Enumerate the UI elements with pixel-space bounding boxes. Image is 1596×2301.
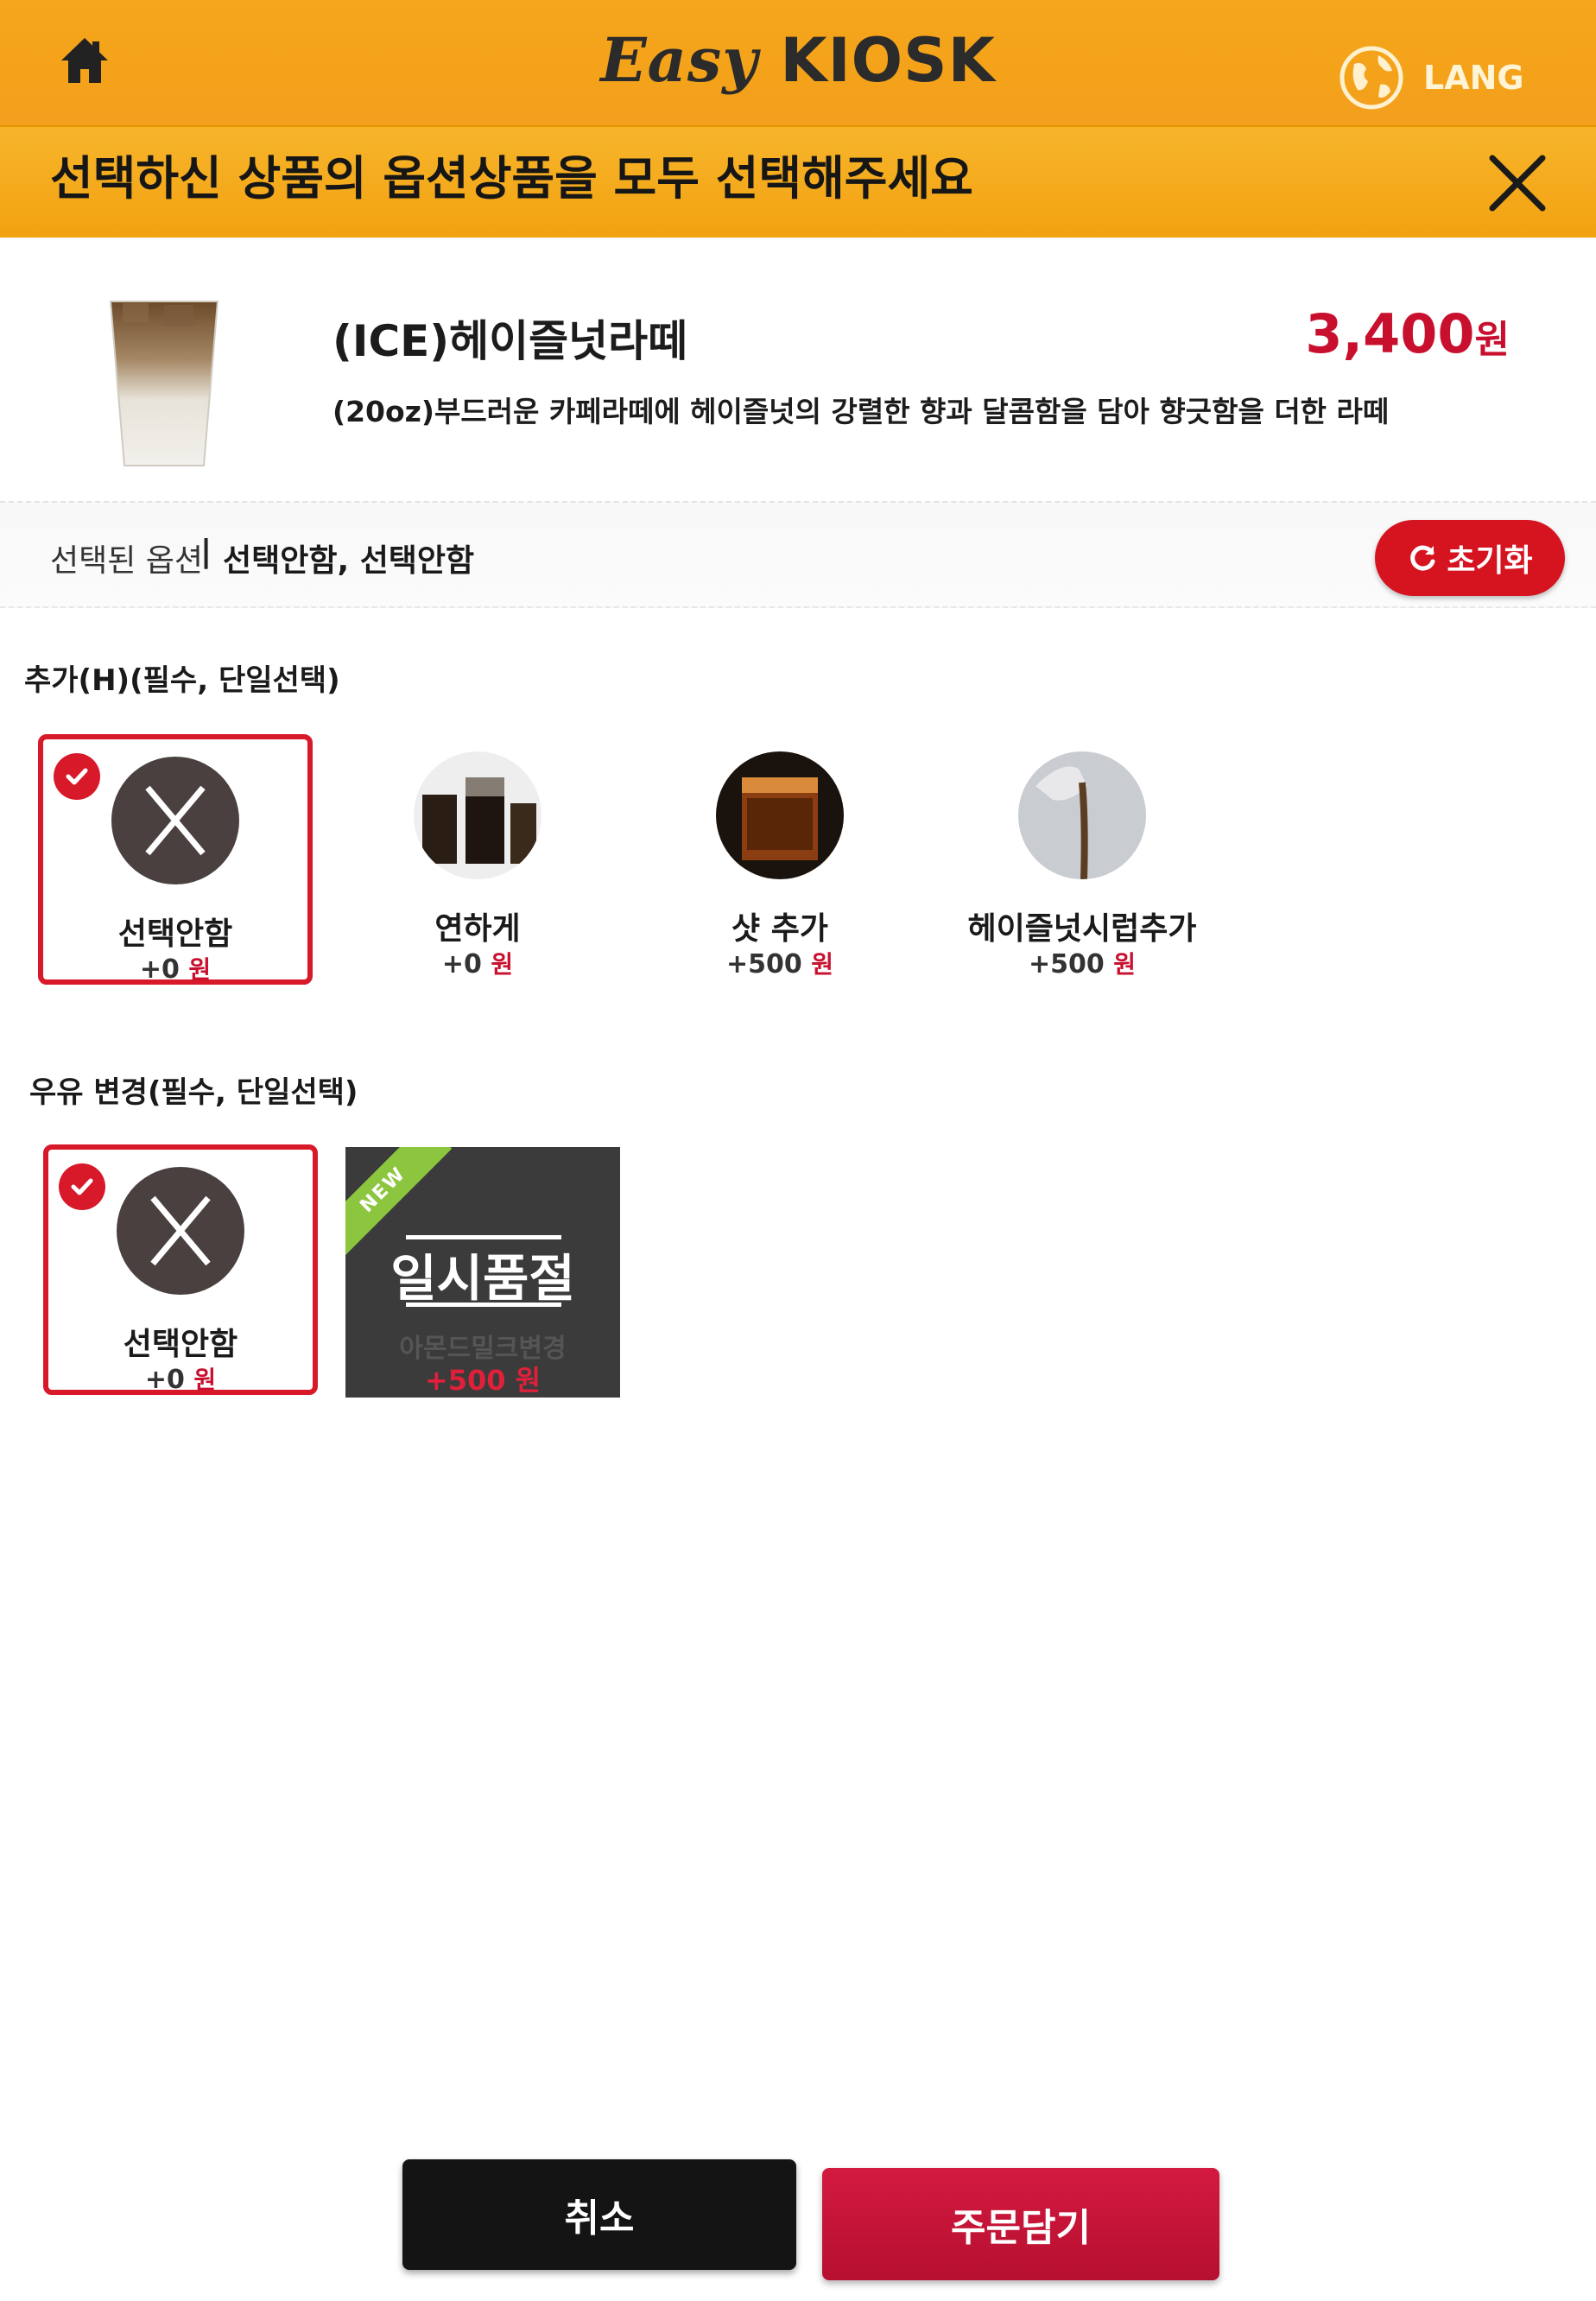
option-no-selection[interactable]: 선택안함 +0 원 [43, 1144, 318, 1395]
option-almond-milk-sold-out: NEW 일시품절 아몬드밀크변경 +500 원 [345, 1147, 620, 1398]
option-price: +0 원 [441, 949, 514, 979]
reset-button[interactable]: 초기화 [1375, 520, 1565, 596]
product-image [109, 301, 219, 466]
product-description: (20oz)부드러운 카페라떼에 헤이즐넛의 강렬한 향과 달콤함을 담아 향긋… [332, 395, 1390, 428]
option-label: 연하게 [434, 911, 521, 947]
option-label: 샷 추가 [732, 911, 828, 947]
selected-options-separator: | [200, 534, 212, 569]
product-info: (ICE)헤이즐넛라떼 3,400원 (20oz)부드러운 카페라떼에 헤이즐넛… [0, 238, 1596, 497]
reset-label: 초기화 [1447, 543, 1533, 579]
product-name: (ICE)헤이즐넛라떼 [332, 316, 688, 366]
option-no-selection[interactable]: 선택안함 +0 원 [38, 734, 313, 985]
option-price: +0 원 [139, 954, 212, 985]
option-milder[interactable]: 연하게 +0 원 [340, 734, 615, 985]
x-icon [150, 1195, 211, 1266]
option-price: +500 원 [726, 949, 833, 979]
close-button[interactable] [1479, 144, 1556, 222]
option-price: +0 원 [144, 1365, 217, 1395]
language-label: LANG [1423, 59, 1524, 97]
option-group-title: 추가(H)(필수, 단일선택) [24, 663, 340, 698]
selected-options-value: 선택안함, 선택안함 [223, 543, 475, 579]
option-image [1018, 751, 1146, 879]
cancel-button[interactable]: 취소 [402, 2159, 796, 2270]
option-extra-shot[interactable]: 샷 추가 +500 원 [643, 734, 917, 985]
check-icon [54, 753, 100, 800]
sold-out-label: 일시품절 [390, 1249, 575, 1308]
selected-options-bar: 선택된 옵션 | 선택안함, 선택안함 초기화 [0, 501, 1596, 608]
option-image [117, 1167, 244, 1295]
logo-kiosk: KIOSK [780, 25, 996, 96]
instruction-bar: 선택하신 상품의 옵션상품을 모두 선택해주세요 [0, 125, 1596, 239]
option-label: 헤이즐넛시럽추가 [967, 911, 1197, 947]
option-label: 선택안함 [117, 916, 233, 952]
option-image [716, 751, 844, 879]
product-price-currency: 원 [1474, 318, 1510, 362]
check-icon [59, 1163, 105, 1210]
x-icon [145, 785, 206, 856]
option-group-title: 우유 변경(필수, 단일선택) [29, 1075, 358, 1110]
option-image [111, 757, 239, 884]
product-price-value: 3,400 [1305, 302, 1475, 365]
option-price: +500 원 [1029, 949, 1136, 979]
add-to-order-button[interactable]: 주문담기 [822, 2168, 1219, 2280]
close-icon [1489, 155, 1546, 212]
refresh-icon [1410, 545, 1435, 571]
instruction-text: 선택하신 상품의 옵션상품을 모두 선택해주세요 [50, 151, 973, 206]
globe-icon [1340, 46, 1403, 110]
product-price: 3,400원 [1305, 302, 1510, 365]
language-button[interactable]: LANG [1339, 39, 1537, 117]
divider [406, 1303, 561, 1307]
option-image [414, 751, 542, 879]
option-price: +500 원 [424, 1364, 542, 1397]
option-label: 선택안함 [123, 1327, 238, 1362]
top-bar: Easy KIOSK LANG [0, 0, 1596, 125]
option-hazelnut-syrup[interactable]: 헤이즐넛시럽추가 +500 원 [945, 734, 1219, 985]
logo-easy: Easy [600, 24, 758, 96]
selected-options-label: 선택된 옵션 [50, 543, 204, 579]
